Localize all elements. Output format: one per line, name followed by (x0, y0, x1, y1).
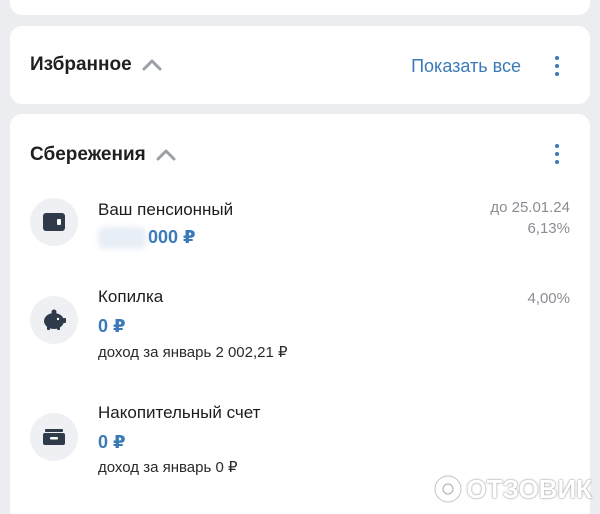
favorites-title: Избранное (30, 54, 132, 75)
list-item-piggy-bank[interactable]: Копилка 0 ₽ доход за январь 2 002,21 ₽ 4… (10, 284, 590, 364)
piggy-bank-title: Копилка (98, 287, 164, 306)
pension-term: до 25.01.24 (490, 199, 570, 216)
piggy-bank-income: доход за январь 2 002,21 ₽ (98, 344, 288, 361)
chevron-up-icon[interactable] (142, 58, 162, 72)
cash-box-icon (30, 413, 78, 461)
savings-account-income: доход за январь 0 ₽ (98, 459, 238, 476)
savings-card: Сбережения Ваш пенсионный 000 ₽ до 25.01… (10, 114, 590, 514)
otzovik-watermark: ОТЗОВИК (432, 473, 592, 505)
piggy-bank-icon (30, 296, 78, 344)
list-item-savings-account[interactable]: Накопительный счет 0 ₽ доход за январь 0… (10, 399, 590, 479)
piggy-bank-rate: 4,00% (527, 290, 570, 307)
favorites-more-icon[interactable] (552, 56, 562, 78)
savings-title: Сбережения (30, 144, 146, 165)
chevron-up-icon[interactable] (156, 148, 176, 162)
otzovik-logo-icon (433, 474, 464, 504)
pension-title: Ваш пенсионный (98, 200, 234, 219)
savings-account-title: Накопительный счет (98, 403, 261, 422)
favorites-card: Избранное Показать все (10, 26, 590, 104)
list-item-pension[interactable]: Ваш пенсионный 000 ₽ до 25.01.24 6,13% (10, 194, 590, 264)
pension-amount: 000 ₽ (98, 227, 196, 250)
watermark-text: ОТЗОВИК (466, 473, 592, 504)
redacted-blur (98, 227, 146, 250)
pension-rate: 6,13% (527, 220, 570, 237)
piggy-bank-amount: 0 ₽ (98, 316, 126, 336)
top-card-partial (10, 0, 590, 15)
savings-header[interactable]: Сбережения (30, 144, 176, 166)
savings-account-amount: 0 ₽ (98, 432, 126, 452)
favorites-header[interactable]: Избранное (30, 54, 162, 76)
savings-more-icon[interactable] (552, 144, 562, 166)
wallet-icon (30, 198, 78, 246)
pension-amount-value: 000 ₽ (148, 227, 196, 247)
show-all-link[interactable]: Показать все (411, 56, 521, 77)
pension-right-info: до 25.01.24 6,13% (490, 197, 570, 239)
